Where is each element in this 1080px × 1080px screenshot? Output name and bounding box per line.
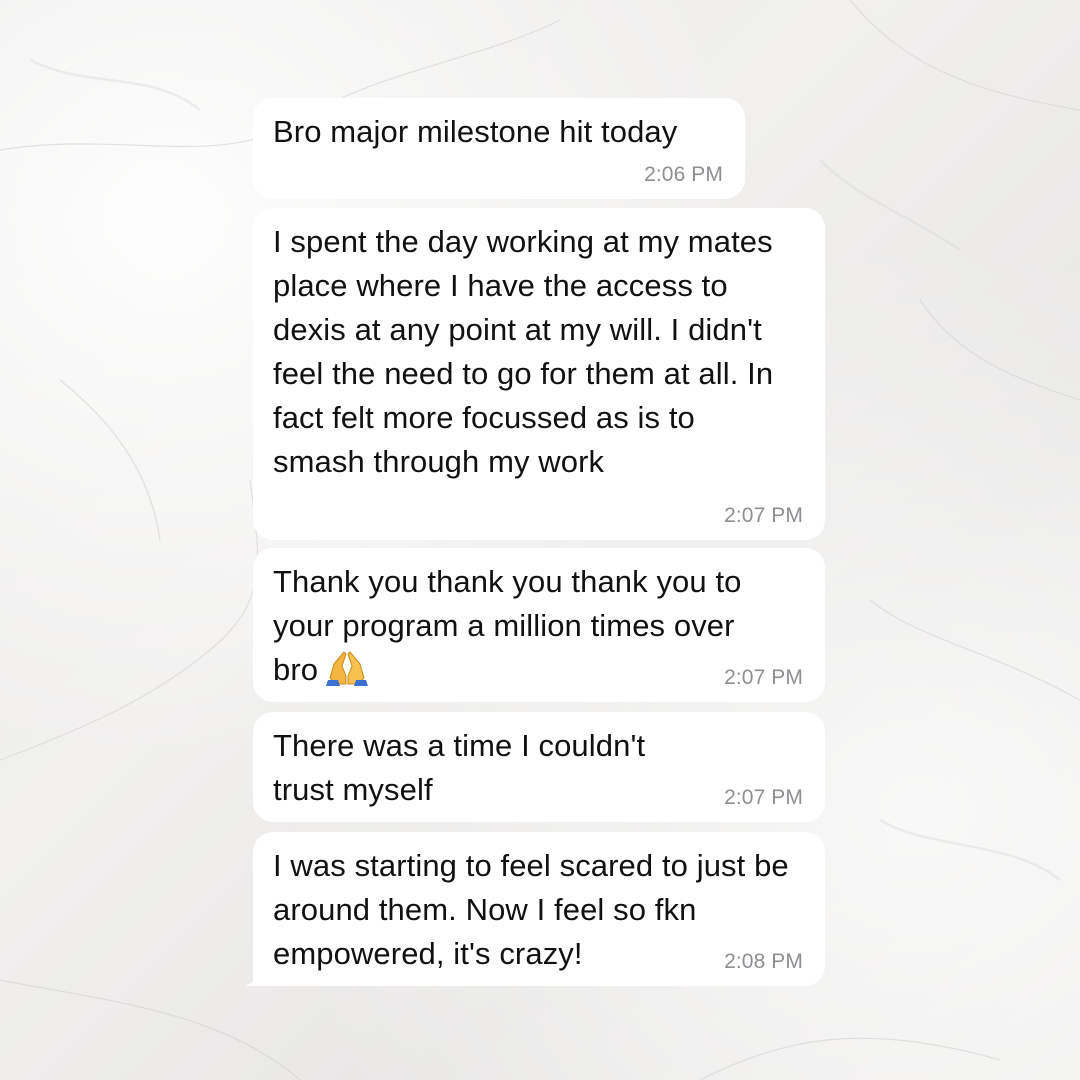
message-bubble-3[interactable]: Thank you thank you thank you to your pr… <box>253 548 825 702</box>
message-bubble-5[interactable]: I was starting to feel scared to just be… <box>245 832 825 986</box>
bubble-tail <box>245 966 267 986</box>
message-bubble-4[interactable]: There was a time I couldn't trust myself… <box>253 712 825 822</box>
message-time-3: 2:07 PM <box>724 666 803 689</box>
message-time-5: 2:08 PM <box>724 950 803 973</box>
message-bubble-2[interactable]: I spent the day working at my mates plac… <box>253 208 825 540</box>
message-text-4: There was a time I couldn't trust myself <box>273 728 646 807</box>
message-text-1: Bro major milestone hit today <box>273 114 678 149</box>
message-time-1: 2:06 PM <box>644 163 723 186</box>
message-time-2: 2:07 PM <box>724 504 803 527</box>
message-text-2: I spent the day working at my mates plac… <box>273 224 774 479</box>
message-time-4: 2:07 PM <box>724 786 803 809</box>
message-text-3: Thank you thank you thank you to your pr… <box>273 560 788 692</box>
folded-hands-icon <box>326 651 369 686</box>
message-bubble-1[interactable]: Bro major milestone hit today 2:06 PM <box>253 98 745 199</box>
